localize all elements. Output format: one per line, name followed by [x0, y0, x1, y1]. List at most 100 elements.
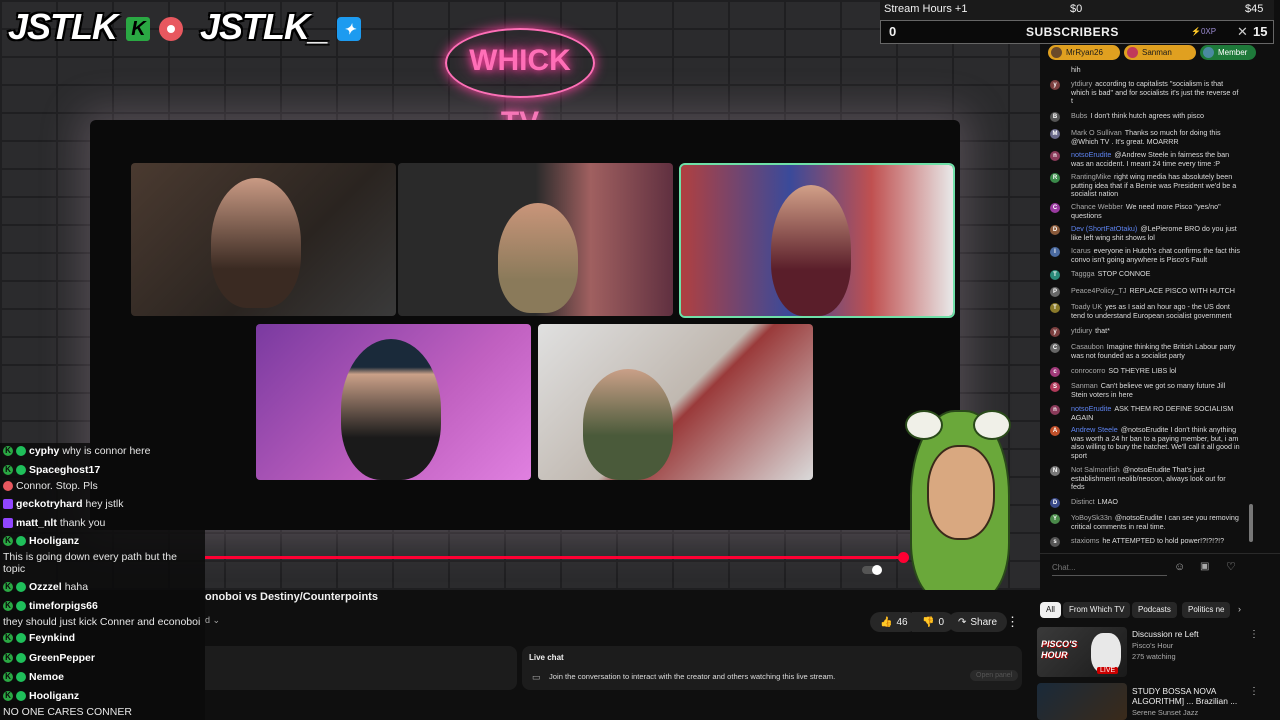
- pinned-pill-1[interactable]: MrRyan26: [1048, 45, 1120, 60]
- description-box[interactable]: [205, 646, 517, 690]
- open-panel-button[interactable]: Open panel: [970, 670, 1019, 681]
- rec-more-icon-2[interactable]: ⋮: [1249, 686, 1259, 697]
- avatar[interactable]: R: [1050, 173, 1060, 183]
- logo-right-text: JSTLK_: [200, 6, 329, 47]
- kick-badge-icon: K: [3, 446, 13, 456]
- chat-text: according to capitalists "socialism is t…: [1071, 79, 1239, 106]
- xp-text: 0XP: [1200, 27, 1217, 36]
- chip-2[interactable]: Podcasts: [1132, 602, 1177, 618]
- avatar[interactable]: D: [1050, 498, 1060, 508]
- overlay-chat-row: K Hooliganz: [3, 535, 79, 547]
- chat-author[interactable]: Distinct: [1071, 497, 1095, 506]
- participant-3: [771, 185, 851, 316]
- chevron-down-icon[interactable]: d ⌄: [205, 615, 220, 626]
- sub-badge-icon: [16, 446, 26, 456]
- record-badge-icon: [3, 481, 13, 491]
- avatar[interactable]: c: [1050, 367, 1060, 377]
- sub-badge-icon: [16, 536, 26, 546]
- overlay-chat-user: timeforpigs66: [29, 600, 98, 612]
- avatar[interactable]: C: [1050, 343, 1060, 353]
- avatar[interactable]: T: [1050, 303, 1060, 313]
- close-icon[interactable]: ✕: [1237, 24, 1248, 40]
- rec-thumbnail-1[interactable]: PISCO'S HOUR LIVE: [1037, 627, 1127, 677]
- chat-author[interactable]: Peace4Policy_TJ: [1071, 286, 1127, 295]
- chat-text: hih: [1071, 65, 1081, 74]
- sub-badge-icon: [16, 691, 26, 701]
- overlay-chat-row: K Feynkind: [3, 632, 75, 644]
- twitch-badge-icon: [3, 518, 13, 528]
- overlay-chat-user: Feynkind: [29, 632, 76, 644]
- participant-tile-3-active: [679, 163, 955, 318]
- chat-message-body: Casaubon Imagine thinking the British Lab…: [1071, 342, 1241, 360]
- mascot-face: [927, 445, 995, 540]
- chat-input[interactable]: [1052, 560, 1167, 576]
- chat-author[interactable]: staxioms: [1071, 536, 1099, 545]
- avatar[interactable]: n: [1050, 405, 1060, 415]
- avatar[interactable]: T: [1050, 270, 1060, 280]
- share-button[interactable]: ↷ Share: [948, 612, 1008, 632]
- like-button[interactable]: 👍 46: [870, 612, 918, 632]
- screen: JSTLK K JSTLK_ ✦ WHICK TV on: [0, 0, 1280, 720]
- overlay-chat-row: K Hooliganz: [3, 690, 79, 702]
- sub-badge-icon: [16, 465, 26, 475]
- chat-author[interactable]: Taggga: [1071, 269, 1095, 278]
- chat-text: I don't think hutch agrees with pisco: [1090, 111, 1205, 120]
- progress-bar[interactable]: [205, 556, 898, 559]
- participant-tile-5: [538, 324, 813, 480]
- chat-author[interactable]: ytdiury: [1071, 326, 1092, 335]
- progress-scrubber[interactable]: [898, 552, 909, 563]
- emoji-icon[interactable]: ☺: [1174, 561, 1185, 573]
- participant-tile-1: [131, 163, 396, 316]
- avatar[interactable]: A: [1050, 426, 1060, 436]
- chat-message-body: Chance Webber We need more Pisco "yes/no"…: [1071, 202, 1241, 220]
- overlay-chat-user: Ozzzel: [29, 581, 62, 593]
- chat-message-body: Mark O Sullivan Thanks so much for doing …: [1071, 128, 1241, 146]
- avatar[interactable]: N: [1050, 466, 1060, 476]
- rec-more-icon-1[interactable]: ⋮: [1249, 629, 1259, 640]
- chat-text: he ATTEMPTED to hold power!?!?!?!?: [1102, 536, 1225, 545]
- chat-text: STOP CONNOE: [1097, 269, 1151, 278]
- kick-badge-icon: K: [3, 672, 13, 682]
- avatar[interactable]: C: [1050, 203, 1060, 213]
- chat-author[interactable]: conrocorro: [1071, 366, 1105, 375]
- overlay-chat-row: This is going down every path but the: [3, 551, 177, 563]
- participant-tile-2: [398, 163, 673, 316]
- pinned-pill-2-label: Sanman: [1142, 48, 1172, 57]
- pinned-pill-3[interactable]: Member: [1200, 45, 1256, 60]
- share-icon: ↷: [958, 616, 967, 628]
- avatar[interactable]: B: [1050, 112, 1060, 122]
- avatar[interactable]: Y: [1050, 514, 1060, 524]
- chevron-right-icon[interactable]: ›: [1238, 604, 1241, 614]
- avatar[interactable]: I: [1050, 247, 1060, 257]
- more-options-icon[interactable]: ⋮: [1006, 614, 1019, 630]
- avatar[interactable]: M: [1050, 129, 1060, 139]
- super-chat-icon[interactable]: ▣: [1200, 561, 1209, 572]
- avatar[interactable]: y: [1050, 80, 1060, 90]
- sub-badge-icon: [16, 633, 26, 643]
- avatar[interactable]: P: [1050, 287, 1060, 297]
- rec-meta-1: 275 watching: [1132, 652, 1176, 661]
- avatar[interactable]: S: [1050, 382, 1060, 392]
- avatar[interactable]: s: [1050, 537, 1060, 547]
- avatar[interactable]: y: [1050, 327, 1060, 337]
- rec-title-1[interactable]: Discussion re Left: [1132, 629, 1242, 639]
- rec-title-2[interactable]: STUDY BOSSA NOVA ALGORITHM] ... Brazilia…: [1132, 686, 1244, 706]
- participant-1: [211, 178, 301, 308]
- chat-author[interactable]: Bubs: [1071, 111, 1087, 120]
- chip-3[interactable]: Politics ne: [1182, 602, 1231, 618]
- pinned-pill-2[interactable]: Sanman: [1124, 45, 1196, 60]
- chat-text: SO THEYRE LIBS lol: [1108, 366, 1177, 375]
- overlay-chat-message: NO ONE CARES CONNER: [3, 706, 132, 718]
- subscribers-label: SUBSCRIBERS: [1026, 25, 1119, 39]
- rec-thumbnail-2[interactable]: [1037, 683, 1127, 720]
- heart-icon[interactable]: ♡: [1226, 560, 1236, 573]
- chat-scrollbar[interactable]: [1249, 504, 1253, 542]
- chat-message-body: Andrew Steele @notsoErudite I don't think…: [1071, 425, 1241, 460]
- sub-count-left: 0: [889, 24, 897, 39]
- autoplay-toggle[interactable]: [862, 565, 882, 575]
- overlay-chat-user: cyphy: [29, 445, 60, 457]
- chip-1[interactable]: From Which TV: [1063, 602, 1131, 618]
- avatar[interactable]: D: [1050, 225, 1060, 235]
- avatar[interactable]: n: [1050, 151, 1060, 161]
- chip-0[interactable]: All: [1040, 602, 1061, 618]
